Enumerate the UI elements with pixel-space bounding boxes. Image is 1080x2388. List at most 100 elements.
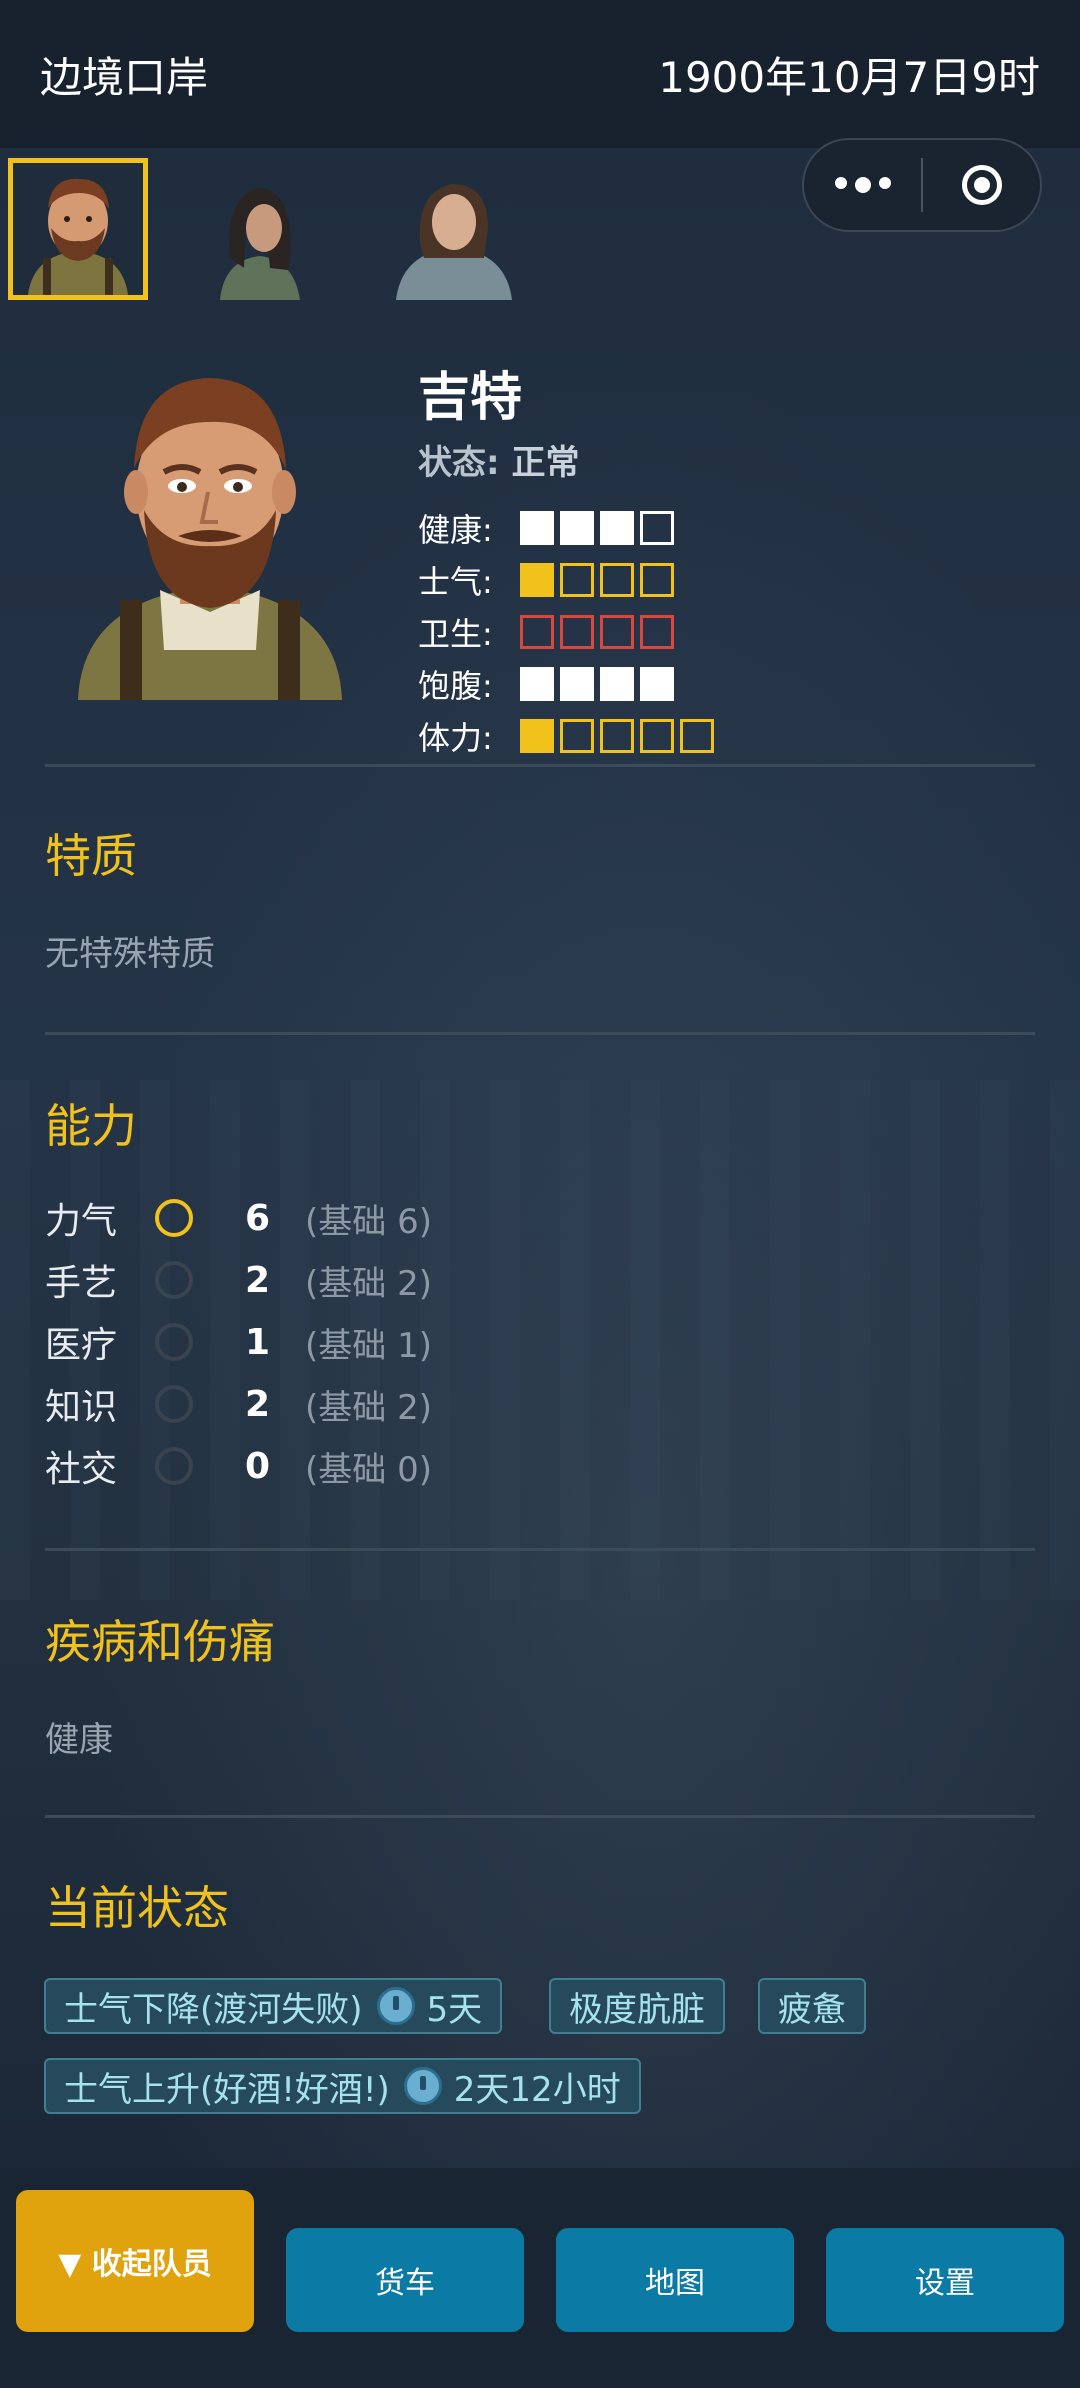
stat-pip-empty bbox=[560, 563, 594, 597]
ability-value: 2 bbox=[245, 1259, 271, 1301]
bearded-man-portrait-icon bbox=[13, 163, 143, 295]
stat-pips bbox=[520, 563, 674, 597]
divider bbox=[45, 1032, 1035, 1035]
stat-pip-empty bbox=[640, 615, 674, 649]
stat-label: 饱腹: bbox=[418, 667, 493, 705]
ability-value: 0 bbox=[245, 1445, 271, 1487]
character-status: 状态: 正常 bbox=[418, 435, 579, 484]
current-status-title: 当前状态 bbox=[45, 1881, 229, 1935]
stat-pip-empty bbox=[520, 615, 554, 649]
status-tag-text: 士气上升(好酒!好酒!) bbox=[64, 2069, 390, 2110]
stat-pip-empty bbox=[560, 719, 594, 753]
stat-pip-empty bbox=[680, 719, 714, 753]
ability-row: 手艺 2 (基础 2) bbox=[45, 1252, 432, 1308]
stat-row: 体力: bbox=[418, 716, 714, 757]
ability-circle-icon bbox=[155, 1323, 193, 1361]
stat-pip-filled bbox=[600, 667, 634, 701]
ability-base: (基础 6) bbox=[305, 1201, 432, 1242]
shawl-woman-portrait-icon bbox=[396, 184, 512, 300]
collapse-party-button[interactable]: ▼ 收起队员 bbox=[16, 2190, 254, 2332]
stat-row: 卫生: bbox=[418, 612, 674, 653]
status-tag: 士气上升(好酒!好酒!) 2天12小时 bbox=[44, 2058, 641, 2114]
stat-row: 饱腹: bbox=[418, 664, 674, 705]
stat-pip-empty bbox=[640, 563, 674, 597]
timer-icon bbox=[376, 1987, 415, 2025]
status-tag-text: 疲惫 bbox=[778, 1989, 846, 2030]
stat-row: 士气: bbox=[418, 560, 674, 601]
status-value: 正常 bbox=[511, 443, 580, 483]
stat-pip-empty bbox=[600, 615, 634, 649]
abilities-title: 能力 bbox=[45, 1099, 137, 1153]
top-bar: 边境口岸 1900年10月7日9时 bbox=[0, 0, 1080, 148]
miniprogram-capsule bbox=[802, 138, 1042, 232]
stat-pip-filled bbox=[520, 511, 554, 545]
ability-circle-icon bbox=[155, 1261, 193, 1299]
divider bbox=[45, 764, 1035, 767]
stat-label: 体力: bbox=[418, 719, 493, 757]
ability-base: (基础 2) bbox=[305, 1263, 432, 1304]
ability-value: 2 bbox=[245, 1383, 271, 1425]
close-target-icon[interactable] bbox=[923, 165, 1040, 205]
ability-row: 医疗 1 (基础 1) bbox=[45, 1314, 432, 1370]
stat-pip-empty bbox=[640, 719, 674, 753]
ability-value: 6 bbox=[245, 1197, 271, 1239]
stat-label: 健康: bbox=[418, 511, 493, 549]
stat-pip-filled bbox=[520, 667, 554, 701]
status-label: 状态: bbox=[418, 443, 500, 483]
stat-pip-filled bbox=[520, 563, 554, 597]
stat-pips bbox=[520, 667, 674, 701]
divider bbox=[45, 1815, 1035, 1818]
ability-base: (基础 0) bbox=[305, 1449, 432, 1490]
stat-pips bbox=[520, 719, 714, 753]
ability-name: 力气 bbox=[45, 1201, 118, 1242]
ability-name: 医疗 bbox=[45, 1325, 118, 1366]
stat-pip-filled bbox=[560, 667, 594, 701]
status-tag: 士气下降(渡河失败) 5天 bbox=[44, 1978, 503, 2034]
party-member-thumb-2[interactable] bbox=[190, 158, 330, 300]
stat-pip-empty bbox=[560, 615, 594, 649]
ability-base: (基础 2) bbox=[305, 1387, 432, 1428]
stat-label: 士气: bbox=[418, 563, 493, 601]
settings-button[interactable]: 设置 bbox=[826, 2228, 1064, 2332]
stat-pip-filled bbox=[640, 667, 674, 701]
map-button[interactable]: 地图 bbox=[556, 2228, 794, 2332]
truck-button[interactable]: 货车 bbox=[286, 2228, 524, 2332]
location-title: 边境口岸 bbox=[40, 52, 209, 102]
ability-circle-icon bbox=[155, 1447, 193, 1485]
character-portrait bbox=[60, 350, 360, 700]
dark-hair-girl-portrait-icon bbox=[220, 188, 300, 300]
stat-pip-filled bbox=[520, 719, 554, 753]
status-tag-duration: 5天 bbox=[426, 1989, 483, 2030]
stat-label: 卫生: bbox=[418, 615, 493, 653]
ability-name: 知识 bbox=[45, 1387, 118, 1428]
stat-pips bbox=[520, 511, 674, 545]
status-tag-duration: 2天12小时 bbox=[453, 2069, 621, 2110]
ability-row: 知识 2 (基础 2) bbox=[45, 1376, 432, 1432]
ability-row: 力气 6 (基础 6) bbox=[45, 1190, 432, 1246]
ability-row: 社交 0 (基础 0) bbox=[45, 1438, 432, 1494]
status-tag: 疲惫 bbox=[758, 1978, 866, 2034]
stat-pip-empty bbox=[640, 511, 674, 545]
ability-value: 1 bbox=[245, 1321, 271, 1363]
more-options-icon[interactable] bbox=[804, 177, 921, 193]
ability-base: (基础 1) bbox=[305, 1325, 432, 1366]
stat-pip-filled bbox=[600, 511, 634, 545]
party-member-thumb-1[interactable] bbox=[8, 158, 148, 300]
stat-pip-filled bbox=[560, 511, 594, 545]
stat-row: 健康: bbox=[418, 508, 674, 549]
ability-circle-icon bbox=[155, 1199, 193, 1237]
status-tag-text: 极度肮脏 bbox=[569, 1989, 705, 2030]
traits-title: 特质 bbox=[45, 829, 137, 883]
character-name: 吉特 bbox=[418, 368, 523, 428]
injuries-text: 健康 bbox=[45, 1720, 113, 1760]
divider bbox=[45, 1548, 1035, 1551]
party-member-thumb-3[interactable] bbox=[384, 158, 524, 300]
stat-pip-empty bbox=[600, 719, 634, 753]
stat-pip-empty bbox=[600, 563, 634, 597]
ability-name: 手艺 bbox=[45, 1263, 118, 1304]
status-tag: 极度肮脏 bbox=[549, 1978, 725, 2034]
ability-name: 社交 bbox=[45, 1449, 118, 1490]
ability-circle-icon bbox=[155, 1385, 193, 1423]
timer-icon bbox=[403, 2067, 442, 2105]
stat-pips bbox=[520, 615, 674, 649]
